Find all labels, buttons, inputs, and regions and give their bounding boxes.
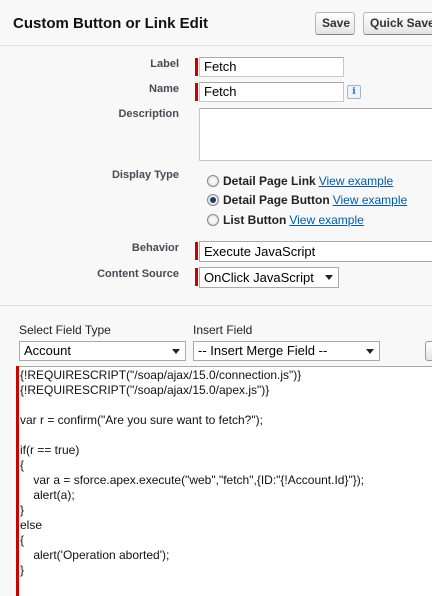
code-line: {	[20, 533, 25, 547]
chevron-down-icon	[172, 349, 180, 354]
code-line: var r = confirm("Are you sure want to fe…	[20, 413, 263, 427]
required-indicator	[195, 83, 198, 101]
behavior-selected-value: Execute JavaScript	[204, 244, 316, 259]
display-option-detail-page-link[interactable]: Detail Page Link View example	[207, 173, 393, 189]
behavior-label: Behavior	[131, 242, 179, 254]
insert-button[interactable]	[425, 341, 432, 361]
code-line: else	[20, 518, 43, 532]
view-example-link[interactable]: View example	[319, 174, 393, 188]
name-input[interactable]: Fetch	[199, 82, 344, 102]
page-title: Custom Button or Link Edit	[13, 15, 208, 32]
content-source-selected-value: OnClick JavaScript	[204, 270, 314, 285]
radio-button[interactable]	[207, 175, 219, 187]
radio-label: List Button	[223, 213, 287, 227]
save-button[interactable]: Save	[315, 12, 355, 35]
select-field-type-dropdown[interactable]: Account	[19, 341, 186, 361]
page-header: Custom Button or Link Edit Save Quick Sa…	[0, 0, 432, 46]
chevron-down-icon	[325, 275, 333, 280]
insert-field-label: Insert Field	[193, 323, 253, 337]
radio-button[interactable]	[207, 214, 219, 226]
chevron-down-icon	[366, 349, 374, 354]
required-indicator	[16, 366, 19, 596]
code-line: }	[20, 503, 25, 517]
display-type-label: Display Type	[111, 169, 179, 181]
description-field-label: Description	[118, 108, 179, 120]
required-indicator	[195, 58, 198, 76]
code-line: if(r == true)	[20, 443, 80, 457]
info-icon[interactable]: i	[347, 85, 361, 99]
behavior-select[interactable]: Execute JavaScript	[199, 241, 432, 262]
label-field-label: Label	[150, 58, 179, 70]
code-line: var a = sforce.apex.execute("web","fetch…	[20, 473, 365, 487]
code-line: {!REQUIRESCRIPT("/soap/ajax/15.0/apex.js…	[20, 383, 270, 397]
code-line: }	[20, 563, 25, 577]
content-source-label: Content Source	[97, 268, 179, 280]
insert-merge-field-dropdown[interactable]: -- Insert Merge Field --	[193, 341, 380, 361]
section-divider	[0, 305, 432, 306]
label-input[interactable]: Fetch	[199, 57, 344, 77]
content-source-select[interactable]: OnClick JavaScript	[199, 267, 339, 288]
display-option-list-button[interactable]: List Button View example	[207, 212, 364, 228]
required-indicator	[195, 268, 198, 286]
insert-field-selected-value: -- Insert Merge Field --	[198, 343, 328, 358]
code-line: {	[20, 458, 25, 472]
code-line: alert('Operation aborted');	[20, 548, 170, 562]
required-indicator	[195, 242, 198, 260]
select-field-type-label: Select Field Type	[19, 323, 111, 337]
radio-button-selected[interactable]	[207, 194, 219, 206]
code-line: alert(a);	[20, 488, 75, 502]
code-line: {!REQUIRESCRIPT("/soap/ajax/15.0/connect…	[20, 368, 302, 382]
description-textarea[interactable]	[199, 108, 432, 161]
radio-label: Detail Page Link	[223, 174, 316, 188]
view-example-link[interactable]: View example	[289, 213, 363, 227]
display-option-detail-page-button[interactable]: Detail Page Button View example	[207, 192, 407, 208]
radio-label: Detail Page Button	[223, 193, 330, 207]
field-type-selected-value: Account	[24, 343, 71, 358]
view-example-link[interactable]: View example	[333, 193, 407, 207]
quick-save-button[interactable]: Quick Save	[363, 12, 432, 35]
name-field-label: Name	[149, 83, 179, 95]
